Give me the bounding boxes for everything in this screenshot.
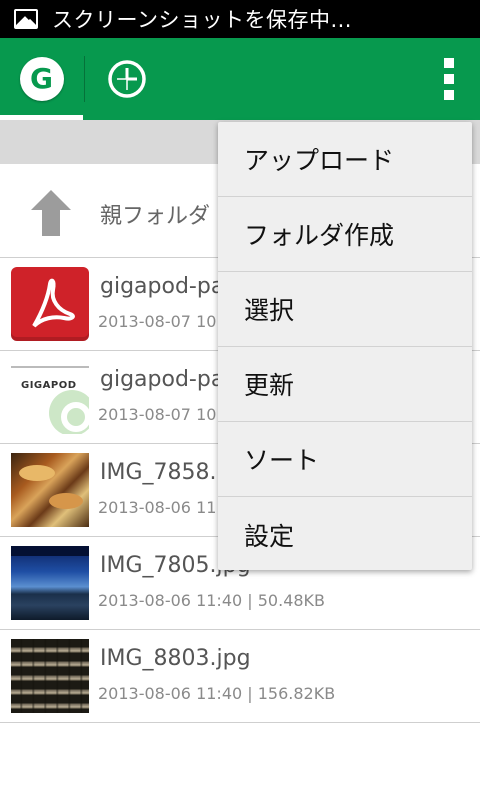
menu-item-settings[interactable]: 設定 [218, 497, 472, 572]
file-name: gigapod-pa [100, 274, 225, 299]
clock-icon [108, 60, 146, 98]
file-meta: 2013-08-06 11:40 | 50.48KB [98, 591, 326, 610]
overflow-popup-menu: アップロード フォルダ作成 選択 更新 ソート 設定 [218, 122, 472, 570]
tab-history[interactable] [90, 38, 164, 120]
g-logo-icon: G [19, 57, 64, 101]
photo-thumbnail [11, 546, 89, 620]
file-meta: 2013-08-06 11 [98, 498, 217, 517]
file-meta: 2013-08-07 10 [98, 312, 217, 331]
status-message: スクリーンショットを保存中... [52, 8, 352, 32]
gigapod-thumbnail: GIGAPOD [11, 360, 89, 434]
menu-item-refresh[interactable]: 更新 [218, 347, 472, 422]
file-meta: 2013-08-07 10 [98, 405, 217, 424]
screenshot-image-icon [14, 9, 38, 29]
overflow-menu-icon[interactable] [442, 58, 456, 100]
tab-home[interactable]: G [0, 38, 83, 120]
menu-item-create-folder[interactable]: フォルダ作成 [218, 197, 472, 272]
menu-item-select[interactable]: 選択 [218, 272, 472, 347]
tab-divider [84, 56, 85, 102]
file-row[interactable]: IMG_8803.jpg 2013-08-06 11:40 | 156.82KB [0, 630, 480, 723]
up-arrow-icon [31, 190, 71, 236]
file-name: gigapod-pa [100, 367, 225, 392]
status-bar: スクリーンショットを保存中... [0, 0, 480, 38]
menu-item-sort[interactable]: ソート [218, 422, 472, 497]
action-bar: G [0, 38, 480, 120]
photo-thumbnail [11, 639, 89, 713]
file-name: IMG_8803.jpg [100, 646, 251, 671]
file-name: IMG_7858. [100, 460, 217, 485]
file-meta: 2013-08-06 11:40 | 156.82KB [98, 684, 336, 703]
logo-letter: G [30, 62, 53, 95]
pdf-file-icon [11, 267, 89, 341]
photo-thumbnail [11, 453, 89, 527]
menu-item-upload[interactable]: アップロード [218, 122, 472, 197]
parent-folder-label: 親フォルダ [100, 204, 211, 229]
